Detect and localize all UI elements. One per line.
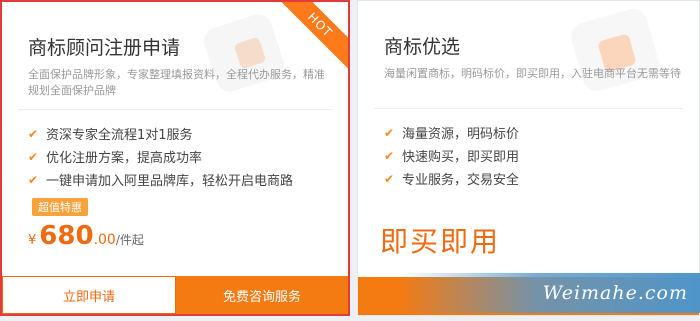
feature-text: 一键申请加入阿里品牌库，轻松开启电商路 <box>46 174 294 189</box>
hot-ribbon: HOT <box>272 2 348 73</box>
feature-item: ✔ 一键申请加入阿里品牌库，轻松开启电商路 <box>28 168 293 191</box>
feature-text: 快速购买，即买即用 <box>402 150 520 165</box>
trademark-marketplace-card: 商标优选 海量闲置商标，明码标价，即买即用，入驻电商平台无需等待 ✔ 海量资源，明… <box>357 0 700 316</box>
feature-item: ✔ 快速购买，即买即用 <box>384 144 519 167</box>
feature-item: ✔ 专业服务，交易安全 <box>384 167 519 190</box>
check-icon: ✔ <box>384 125 395 140</box>
action-buttons: 立即申请 免费咨询服务 <box>2 276 348 314</box>
price-decimal: .00 <box>93 232 116 248</box>
check-icon: ✔ <box>384 171 395 186</box>
card-title: 商标优选 <box>384 36 461 58</box>
apply-now-button[interactable]: 立即申请 <box>2 276 176 314</box>
feature-item: ✔ 优化注册方案，提高成功率 <box>28 145 293 168</box>
price-unit: /件起 <box>115 233 144 247</box>
card-description: 全面保护品牌形象，专家整理填报资料，全程代办服务，精准规划全面保护品牌 <box>28 68 325 97</box>
divider <box>374 108 683 109</box>
check-icon: ✔ <box>28 172 39 187</box>
check-icon: ✔ <box>28 149 39 164</box>
feature-list: ✔ 海量资源，明码标价 ✔ 快速购买，即买即用 ✔ 专业服务，交易安全 <box>384 121 519 190</box>
check-icon: ✔ <box>384 148 395 163</box>
feature-text: 资深专家全流程1对1服务 <box>46 128 193 143</box>
feature-text: 专业服务，交易安全 <box>402 173 520 188</box>
feature-text: 优化注册方案，提高成功率 <box>46 151 203 166</box>
price: ¥ 680 .00 /件起 <box>28 221 144 251</box>
feature-list: ✔ 资深专家全流程1对1服务 ✔ 优化注册方案，提高成功率 ✔ 一键申请加入阿里品牌库… <box>28 122 293 191</box>
price-integer: 680 <box>39 221 94 251</box>
trademark-consultant-card: HOT 商标顾问注册申请 全面保护品牌形象，专家整理填报资料，全程代办服务，精准… <box>0 0 350 316</box>
card-description: 海量闲置商标，明码标价，即买即用，入驻电商平台无需等待 <box>384 67 681 80</box>
buy-now-headline: 即买即用 <box>380 225 501 258</box>
special-offer-badge: 超值特惠 <box>32 198 88 216</box>
card-title: 商标顾问注册申请 <box>28 37 181 59</box>
price-currency: ¥ <box>28 233 37 248</box>
check-icon: ✔ <box>28 126 39 141</box>
divider <box>18 109 332 110</box>
site-watermark: Weimahe.com <box>400 273 700 313</box>
free-consult-button[interactable]: 免费咨询服务 <box>176 276 348 314</box>
feature-item: ✔ 海量资源，明码标价 <box>384 121 519 144</box>
feature-text: 海量资源，明码标价 <box>402 127 520 142</box>
feature-item: ✔ 资深专家全流程1对1服务 <box>28 122 293 145</box>
